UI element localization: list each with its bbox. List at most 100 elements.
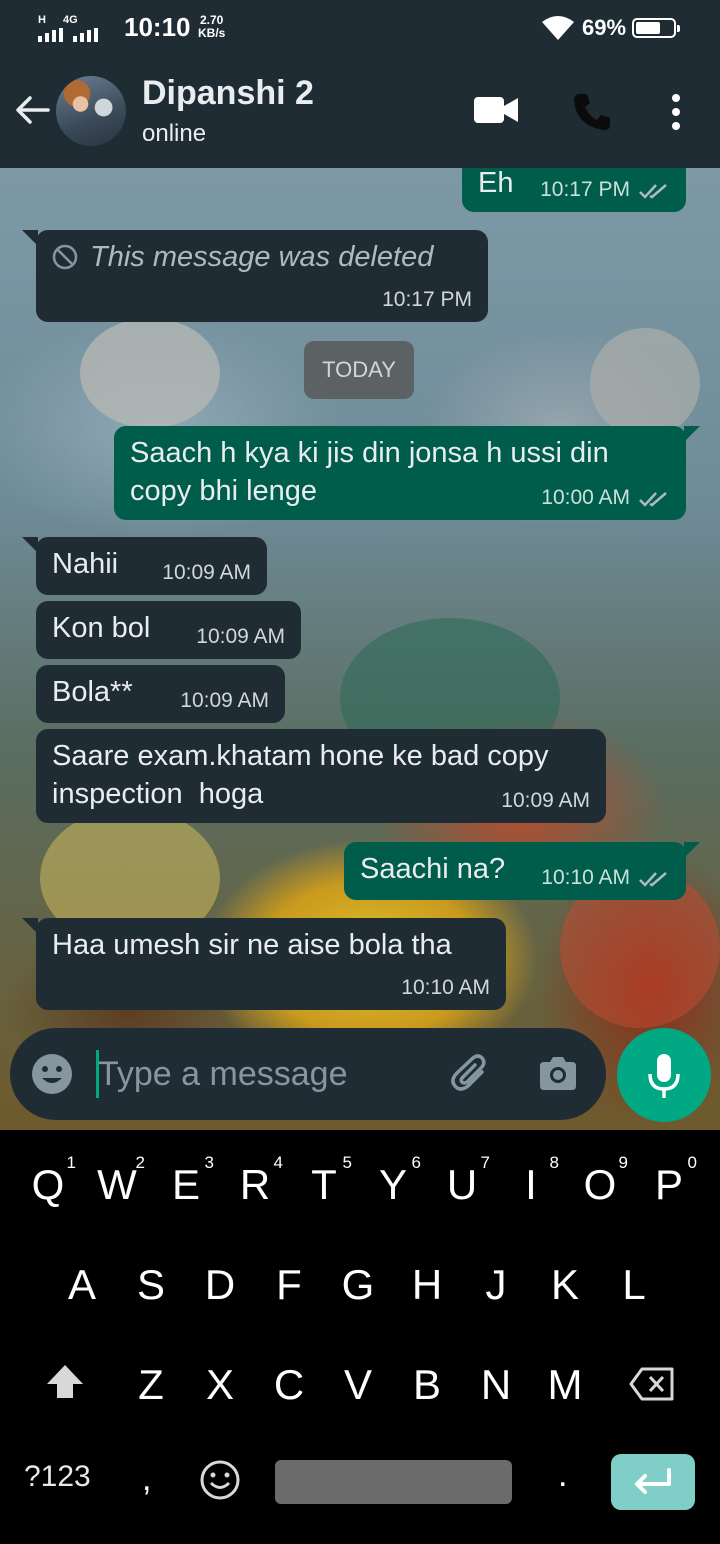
message-time: 10:10 AM	[541, 866, 630, 889]
keyboard-emoji-icon[interactable]	[198, 1458, 242, 1502]
comma-key[interactable]: ,	[142, 1460, 151, 1499]
key-k-label: K	[550, 1261, 579, 1308]
message-outgoing[interactable]: Saach h kya ki jis din jonsa h ussi din …	[114, 426, 700, 520]
message-text: Saachi na?	[360, 853, 506, 885]
attach-icon[interactable]	[448, 1050, 494, 1096]
mic-button[interactable]	[617, 1028, 711, 1122]
key-b[interactable]: B	[393, 1340, 461, 1430]
camera-icon[interactable]	[536, 1052, 580, 1096]
back-arrow-icon[interactable]	[12, 90, 52, 130]
key-e[interactable]: E3	[152, 1140, 220, 1230]
network-h-label: H	[38, 14, 46, 26]
message-outgoing[interactable]: Saachi na? 10:10 AM	[344, 842, 700, 900]
key-l[interactable]: L	[600, 1240, 668, 1330]
deleted-label: This message was deleted	[90, 241, 434, 273]
key-p-label: P	[654, 1161, 683, 1208]
message-time: 10:00 AM	[541, 486, 630, 509]
key-u-label: U	[446, 1161, 478, 1208]
key-z-label: Z	[138, 1361, 164, 1408]
key-s[interactable]: S	[117, 1240, 185, 1330]
key-y-label: Y	[378, 1161, 407, 1208]
phone-icon[interactable]	[570, 90, 614, 134]
key-y[interactable]: Y6	[359, 1140, 427, 1230]
message-incoming[interactable]: Nahii 10:09 AM	[22, 537, 267, 595]
wallpaper-decoration	[80, 318, 220, 428]
key-p-number: 0	[687, 1153, 697, 1172]
space-key[interactable]	[275, 1460, 512, 1504]
contact-name[interactable]: Dipanshi 2	[142, 74, 314, 113]
wifi-icon	[542, 16, 574, 40]
key-i-number: 8	[549, 1153, 559, 1172]
key-t[interactable]: T5	[290, 1140, 358, 1230]
battery-percent: 69%	[582, 15, 627, 40]
key-g[interactable]: G	[324, 1240, 392, 1330]
key-m-label: M	[547, 1361, 583, 1408]
message-time: 10:09 AM	[501, 789, 590, 812]
message-time: 10:10 AM	[401, 976, 490, 999]
key-s-label: S	[136, 1261, 165, 1308]
message-input[interactable]	[98, 1048, 418, 1100]
more-options-icon[interactable]	[660, 92, 692, 132]
key-x[interactable]: X	[186, 1340, 254, 1430]
key-t-label: T	[311, 1161, 337, 1208]
key-x-label: X	[205, 1361, 234, 1408]
key-a-label: A	[67, 1261, 96, 1308]
chat-header: Dipanshi 2 online	[0, 56, 720, 168]
key-m[interactable]: M	[531, 1340, 599, 1430]
key-e-number: 3	[204, 1153, 214, 1172]
network-speed-unit: KB/s	[198, 26, 226, 40]
key-q[interactable]: Q1	[14, 1140, 82, 1230]
double-check-icon	[639, 184, 667, 199]
backspace-icon[interactable]	[628, 1366, 676, 1402]
enter-key[interactable]	[611, 1454, 695, 1510]
keyboard: Q1 W2 E3 R4 T5 Y6 U7 I8 O9 P0 A S D F G …	[0, 1130, 720, 1544]
key-h[interactable]: H	[393, 1240, 461, 1330]
wallpaper-decoration	[590, 328, 700, 438]
message-incoming[interactable]: Saare exam.khatam hone ke bad copy inspe…	[36, 729, 606, 823]
message-incoming[interactable]: Haa umesh sir ne aise bola tha 10:10 AM	[22, 918, 506, 1010]
key-h-label: H	[411, 1261, 443, 1308]
key-a[interactable]: A	[48, 1240, 116, 1330]
key-w[interactable]: W2	[83, 1140, 151, 1230]
key-k[interactable]: K	[531, 1240, 599, 1330]
network-speed: 2.70 KB/s	[198, 14, 225, 40]
message-outgoing[interactable]: Eh 10:17 PM	[462, 168, 686, 212]
key-d[interactable]: D	[186, 1240, 254, 1330]
key-o[interactable]: O9	[566, 1140, 634, 1230]
key-e-label: E	[171, 1161, 200, 1208]
key-p[interactable]: P0	[635, 1140, 703, 1230]
message-time: 10:09 AM	[162, 561, 251, 584]
key-v[interactable]: V	[324, 1340, 392, 1430]
shift-icon[interactable]	[44, 1362, 86, 1402]
key-u[interactable]: U7	[428, 1140, 496, 1230]
message-incoming[interactable]: Bola** 10:09 AM	[36, 665, 285, 723]
contact-avatar[interactable]	[56, 76, 126, 146]
message-incoming[interactable]: Kon bol 10:09 AM	[36, 601, 301, 659]
key-w-number: 2	[135, 1153, 145, 1172]
key-i[interactable]: I8	[497, 1140, 565, 1230]
key-i-label: I	[525, 1161, 537, 1208]
key-r[interactable]: R4	[221, 1140, 289, 1230]
message-incoming-deleted[interactable]: This message was deleted 10:17 PM	[22, 230, 488, 322]
key-z[interactable]: Z	[117, 1340, 185, 1430]
double-check-icon	[639, 492, 667, 507]
double-check-icon	[639, 872, 667, 887]
key-f[interactable]: F	[255, 1240, 323, 1330]
chat-area[interactable]: Eh 10:17 PM This message was deleted 10:…	[0, 168, 720, 1130]
key-u-number: 7	[480, 1153, 490, 1172]
enter-icon	[635, 1468, 671, 1494]
network-type: H 4G	[38, 14, 78, 26]
video-call-icon[interactable]	[472, 92, 520, 128]
emoji-icon[interactable]	[30, 1052, 74, 1096]
key-j[interactable]: J	[462, 1240, 530, 1330]
key-n[interactable]: N	[462, 1340, 530, 1430]
key-o-number: 9	[618, 1153, 628, 1172]
key-q-label: Q	[31, 1161, 65, 1208]
key-c[interactable]: C	[255, 1340, 323, 1430]
key-w-label: W	[97, 1161, 137, 1208]
mic-icon	[648, 1054, 680, 1098]
key-b-label: B	[412, 1361, 441, 1408]
period-key[interactable]: .	[558, 1456, 567, 1495]
status-bar: H 4G 10:10 2.70 KB/s 69%	[0, 0, 720, 56]
symbols-key[interactable]: ?123	[24, 1460, 91, 1494]
